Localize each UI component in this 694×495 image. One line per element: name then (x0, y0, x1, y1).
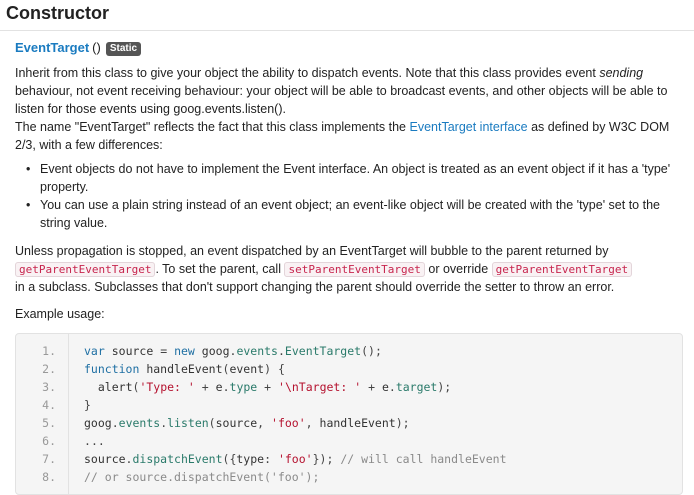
description-paragraph-3: Unless propagation is stopped, an event … (15, 242, 683, 296)
code-line: } (84, 398, 91, 412)
code-line: source.dispatchEvent({type: 'foo'}); // … (84, 452, 507, 466)
code-line: goog.events.listen(source, 'foo', handle… (84, 416, 410, 430)
code-line: // or source.dispatchEvent('foo'); (84, 470, 320, 484)
line-number-gutter: 1. 2. 3. 4. 5. 6. 7. 8. (16, 342, 68, 486)
code-getparenteventtarget-override: getParentEventTarget (491, 262, 633, 277)
line-number: 7. (42, 452, 56, 466)
code-lines: var source = new goog.events.EventTarget… (84, 342, 507, 486)
line-number: 2. (42, 362, 56, 376)
line-number: 8. (42, 470, 56, 484)
description-paragraph-1: Inherit from this class to give your obj… (15, 66, 668, 116)
line-number: 3. (42, 380, 56, 394)
code-line: alert('Type: ' + e.type + '\nTarget: ' +… (97, 380, 452, 394)
gutter-divider (68, 334, 69, 494)
constructor-signature: EventTarget() Static (15, 39, 142, 56)
code-setparenteventtarget: setParentEventTarget (284, 262, 425, 277)
line-number: 6. (42, 434, 56, 448)
list-item: • You can use a plain string instead of a… (26, 198, 660, 230)
code-line: function handleEvent(event) { (84, 362, 285, 376)
emphasis-sending: sending (599, 66, 644, 80)
code-getparenteventtarget: getParentEventTarget (15, 262, 156, 277)
section-title: Constructor (6, 3, 109, 23)
code-line: ... (84, 434, 105, 448)
example-usage-label: Example usage: (15, 307, 105, 321)
title-divider (0, 30, 694, 31)
differences-list: • Event objects do not have to implement … (26, 160, 683, 232)
line-number: 5. (42, 416, 56, 430)
section-header: Constructor (0, 0, 694, 34)
line-number: 1. (42, 344, 56, 358)
code-example-block: 1. 2. 3. 4. 5. 6. 7. 8. var source = new… (15, 333, 683, 495)
bullet-icon: • (26, 198, 31, 212)
constructor-name-link[interactable]: EventTarget (15, 40, 89, 55)
description-paragraph-2: The name "EventTarget" reflects the fact… (15, 120, 670, 152)
list-item: • Event objects do not have to implement … (26, 162, 671, 194)
static-badge: Static (105, 42, 142, 56)
bullet-icon: • (26, 162, 31, 176)
constructor-parens: () (92, 40, 101, 55)
eventtarget-interface-link[interactable]: EventTarget interface (409, 120, 527, 134)
line-number: 4. (42, 398, 56, 412)
code-line: var source = new goog.events.EventTarget… (84, 344, 382, 358)
